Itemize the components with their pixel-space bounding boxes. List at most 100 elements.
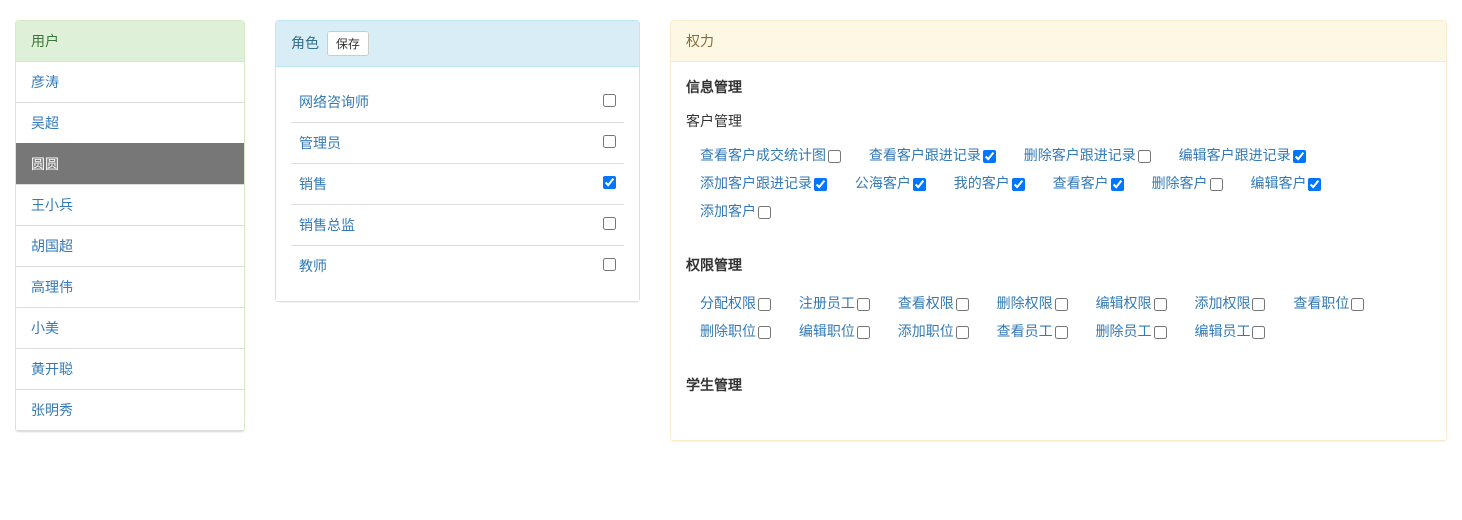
perm-item[interactable]: 删除职位 <box>700 317 771 345</box>
role-checkbox[interactable] <box>603 258 616 271</box>
user-item[interactable]: 彦涛 <box>16 62 244 103</box>
perm-item-label: 查看员工 <box>997 323 1053 339</box>
perm-checkbox[interactable] <box>1210 178 1223 191</box>
perm-checkbox[interactable] <box>1351 298 1364 311</box>
user-item[interactable]: 高理伟 <box>16 266 244 308</box>
perm-item-label: 编辑客户跟进记录 <box>1179 147 1291 163</box>
role-name[interactable]: 教师 <box>291 246 584 287</box>
perm-item[interactable]: 查看职位 <box>1293 289 1364 317</box>
perm-item[interactable]: 删除客户 <box>1152 169 1223 197</box>
roles-header: 角色 保存 <box>276 21 639 67</box>
perm-item-label: 添加客户跟进记录 <box>700 175 812 191</box>
perm-section: 权限管理分配权限 注册员工 查看权限 删除权限 编辑权限 添加权限 查看职位 删… <box>686 255 1431 345</box>
perm-item[interactable]: 编辑客户跟进记录 <box>1179 141 1306 169</box>
role-row: 教师 <box>291 246 624 287</box>
user-item[interactable]: 胡国超 <box>16 225 244 267</box>
perms-panel: 权力 信息管理客户管理查看客户成交统计图 查看客户跟进记录 删除客户跟进记录 编… <box>670 20 1447 441</box>
perm-item[interactable]: 编辑权限 <box>1096 289 1167 317</box>
role-name[interactable]: 销售 <box>291 164 584 205</box>
perm-checkbox[interactable] <box>956 298 969 311</box>
perm-checkbox[interactable] <box>1252 326 1265 339</box>
perm-checkbox[interactable] <box>1308 178 1321 191</box>
role-checkbox[interactable] <box>603 94 616 107</box>
perm-checkbox[interactable] <box>758 206 771 219</box>
perm-group-subtitle: 客户管理 <box>686 111 1431 131</box>
user-item[interactable]: 小美 <box>16 307 244 349</box>
save-button[interactable]: 保存 <box>327 31 369 56</box>
role-row: 网络咨询师 <box>291 82 624 123</box>
perm-item[interactable]: 添加职位 <box>898 317 969 345</box>
perm-item-label: 编辑员工 <box>1194 323 1250 339</box>
perm-item[interactable]: 添加权限 <box>1194 289 1265 317</box>
perm-item-label: 删除员工 <box>1096 323 1152 339</box>
role-row: 销售 <box>291 164 624 205</box>
user-item[interactable]: 张明秀 <box>16 389 244 431</box>
perm-item[interactable]: 查看客户成交统计图 <box>700 141 841 169</box>
perm-item-label: 公海客户 <box>855 175 911 191</box>
user-item[interactable]: 黄开聪 <box>16 348 244 390</box>
perm-item[interactable]: 添加客户 <box>700 197 771 225</box>
perm-item-label: 添加客户 <box>700 203 756 219</box>
perm-item-label: 我的客户 <box>954 175 1010 191</box>
perm-checkbox[interactable] <box>1055 298 1068 311</box>
perms-body: 信息管理客户管理查看客户成交统计图 查看客户跟进记录 删除客户跟进记录 编辑客户… <box>671 62 1446 440</box>
role-name[interactable]: 网络咨询师 <box>291 82 584 123</box>
perm-checkbox[interactable] <box>758 298 771 311</box>
perm-checkbox[interactable] <box>1012 178 1025 191</box>
perm-item[interactable]: 查看员工 <box>997 317 1068 345</box>
perm-item[interactable]: 编辑客户 <box>1250 169 1321 197</box>
perm-item[interactable]: 删除员工 <box>1096 317 1167 345</box>
perm-item-label: 删除客户 <box>1152 175 1208 191</box>
roles-panel: 角色 保存 网络咨询师管理员销售销售总监教师 <box>275 20 640 302</box>
perm-checkbox[interactable] <box>758 326 771 339</box>
perm-checkbox[interactable] <box>956 326 969 339</box>
perm-item[interactable]: 查看权限 <box>898 289 969 317</box>
role-name[interactable]: 管理员 <box>291 123 584 164</box>
roles-header-label: 角色 <box>291 35 319 51</box>
user-item[interactable]: 吴超 <box>16 102 244 144</box>
perm-item[interactable]: 公海客户 <box>855 169 926 197</box>
perm-checkbox[interactable] <box>828 150 841 163</box>
perm-item[interactable]: 编辑职位 <box>799 317 870 345</box>
perm-item[interactable]: 分配权限 <box>700 289 771 317</box>
perm-item-label: 查看客户 <box>1053 175 1109 191</box>
perm-checkbox[interactable] <box>814 178 827 191</box>
perm-checkbox[interactable] <box>857 298 870 311</box>
perm-item[interactable]: 注册员工 <box>799 289 870 317</box>
perms-header: 权力 <box>671 21 1446 62</box>
perm-item[interactable]: 我的客户 <box>954 169 1025 197</box>
perm-item[interactable]: 删除客户跟进记录 <box>1024 141 1151 169</box>
perm-item-label: 添加职位 <box>898 323 954 339</box>
user-list: 彦涛吴超圆圆王小兵胡国超高理伟小美黄开聪张明秀 <box>16 62 244 431</box>
perm-item[interactable]: 查看客户跟进记录 <box>869 141 996 169</box>
role-checkbox[interactable] <box>603 176 616 189</box>
role-checkbox[interactable] <box>603 135 616 148</box>
perm-item[interactable]: 删除权限 <box>997 289 1068 317</box>
perm-item-label: 查看客户跟进记录 <box>869 147 981 163</box>
perm-item[interactable]: 编辑员工 <box>1194 317 1265 345</box>
perm-item-label: 编辑客户 <box>1250 175 1306 191</box>
perm-checkbox[interactable] <box>1154 326 1167 339</box>
role-checkbox[interactable] <box>603 217 616 230</box>
perm-section-title: 信息管理 <box>686 77 1431 97</box>
perm-item-label: 删除职位 <box>700 323 756 339</box>
perm-checkbox[interactable] <box>1111 178 1124 191</box>
perm-checkbox[interactable] <box>1252 298 1265 311</box>
perm-checkbox[interactable] <box>1138 150 1151 163</box>
perm-item[interactable]: 查看客户 <box>1053 169 1124 197</box>
perm-checkbox[interactable] <box>857 326 870 339</box>
perm-item-label: 编辑权限 <box>1096 295 1152 311</box>
perm-checkbox[interactable] <box>1055 326 1068 339</box>
user-item[interactable]: 王小兵 <box>16 184 244 226</box>
role-name[interactable]: 销售总监 <box>291 205 584 246</box>
perm-section-title: 权限管理 <box>686 255 1431 275</box>
perm-checkbox[interactable] <box>983 150 996 163</box>
perm-item[interactable]: 添加客户跟进记录 <box>700 169 827 197</box>
perm-item-label: 查看职位 <box>1293 295 1349 311</box>
user-item[interactable]: 圆圆 <box>16 143 244 185</box>
perm-item-label: 查看客户成交统计图 <box>700 147 826 163</box>
perm-checkbox[interactable] <box>1154 298 1167 311</box>
perm-checkbox[interactable] <box>913 178 926 191</box>
perm-checkbox[interactable] <box>1293 150 1306 163</box>
perm-items: 查看客户成交统计图 查看客户跟进记录 删除客户跟进记录 编辑客户跟进记录 添加客… <box>686 141 1431 225</box>
